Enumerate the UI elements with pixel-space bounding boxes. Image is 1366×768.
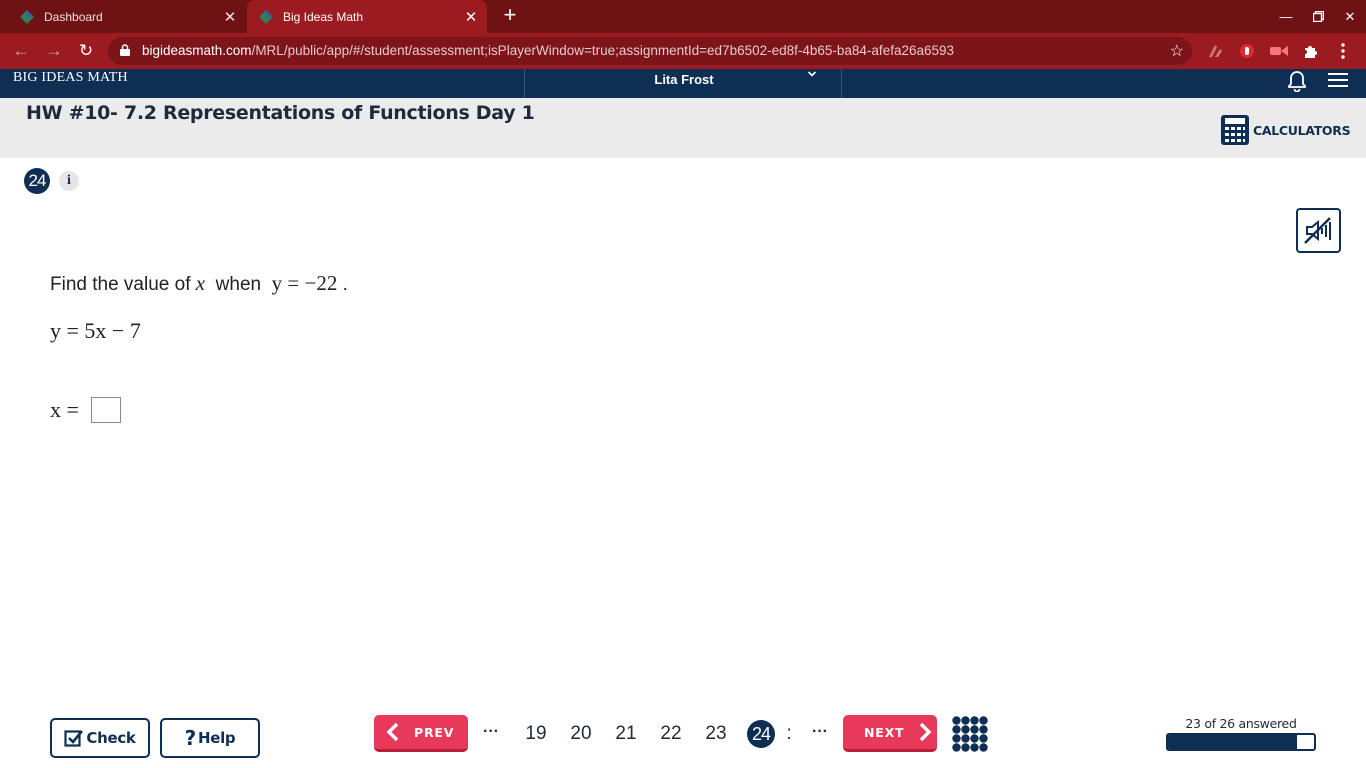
close-tab-icon[interactable]: ✕: [220, 8, 240, 26]
url-path: /MRL/public/app/#/student/assessment;isP…: [251, 43, 955, 58]
progress-bar-fill: [1168, 735, 1298, 749]
big-ideas-favicon-icon: [259, 9, 273, 24]
prompt-condition: y = −22: [271, 271, 338, 295]
next-button[interactable]: NEXT: [843, 715, 937, 752]
assignment-header: HW #10- 7.2 Representations of Functions…: [0, 98, 1366, 158]
reload-icon[interactable]: ↻: [71, 33, 101, 69]
minimize-icon[interactable]: —: [1270, 0, 1302, 33]
next-label: NEXT: [864, 724, 905, 740]
screencast-extension-icon[interactable]: [1264, 33, 1294, 69]
page-25-partial[interactable]: :: [782, 720, 796, 748]
new-tab-icon[interactable]: +: [498, 4, 522, 28]
tab-title: Big Ideas Math: [283, 9, 364, 24]
address-bar: ← → ↻ bigideasmath.com/MRL/public/app/#/…: [0, 33, 1366, 69]
bookmark-star-icon[interactable]: ☆: [1170, 41, 1184, 61]
check-label: Check: [86, 729, 136, 747]
page-24-current[interactable]: 24: [747, 720, 775, 748]
question-equation: y = 5x − 7: [50, 318, 141, 343]
browser-menu-icon[interactable]: [1328, 33, 1358, 69]
extensions-puzzle-icon[interactable]: [1296, 33, 1326, 69]
page-21[interactable]: 21: [611, 720, 641, 748]
back-icon[interactable]: ←: [6, 33, 36, 69]
hand-extension-icon[interactable]: [1232, 33, 1262, 69]
info-icon[interactable]: i: [59, 171, 79, 191]
page-23[interactable]: 23: [701, 720, 731, 748]
close-tab-icon[interactable]: ✕: [461, 8, 481, 26]
speaker-muted-icon: [1304, 217, 1331, 244]
user-name: Lita Frost: [654, 72, 714, 87]
text-to-speech-muted-button[interactable]: [1296, 208, 1341, 253]
omnibox[interactable]: bigideasmath.com/MRL/public/app/#/studen…: [108, 37, 1192, 65]
question-mark-icon: ?: [184, 726, 197, 750]
page-22[interactable]: 22: [656, 720, 686, 748]
prompt-prefix: Find the value of: [50, 274, 191, 295]
progress-bar: [1166, 733, 1316, 751]
help-button[interactable]: ? Help: [160, 718, 260, 758]
prev-button[interactable]: PREV: [374, 715, 468, 752]
pages-ellipsis-left[interactable]: ···: [483, 720, 499, 748]
progress-label: 23 of 26 answered: [1185, 716, 1297, 731]
close-window-icon[interactable]: ✕: [1334, 0, 1366, 33]
calculators-button[interactable]: CALCULATORS: [1221, 115, 1351, 145]
app-header: BIG IDEAS MATH Lita Frost: [0, 69, 1366, 98]
user-menu[interactable]: Lita Frost: [524, 69, 842, 98]
prompt-when: when: [215, 274, 262, 295]
chevron-down-icon: [807, 69, 817, 82]
url-text: bigideasmath.com/MRL/public/app/#/studen…: [142, 37, 954, 65]
question-grid-icon[interactable]: [952, 716, 988, 752]
forward-icon[interactable]: →: [39, 33, 69, 69]
big-ideas-favicon-icon: [20, 9, 34, 24]
calculator-icon: [1221, 115, 1249, 145]
calculators-label: CALCULATORS: [1253, 122, 1351, 138]
answer-label: x =: [50, 397, 79, 422]
brand-logo[interactable]: BIG IDEAS MATH: [13, 69, 128, 89]
prompt-variable: x: [195, 271, 206, 295]
restore-icon[interactable]: [1302, 0, 1334, 33]
url-host: bigideasmath.com: [142, 43, 252, 58]
hamburger-menu-icon[interactable]: [1328, 72, 1348, 88]
chevron-right-icon: [920, 722, 932, 742]
check-button[interactable]: Check: [50, 718, 150, 758]
tab-big-ideas-math[interactable]: Big Ideas Math ✕: [247, 0, 487, 33]
tab-dashboard[interactable]: Dashboard ✕: [8, 0, 246, 33]
pages-ellipsis-right[interactable]: ···: [812, 720, 828, 748]
question-prompt: Find the value of x when y = −22 .: [50, 271, 348, 296]
lock-icon: [120, 44, 130, 56]
help-label: Help: [197, 729, 236, 747]
answer-input[interactable]: [90, 397, 121, 423]
checkbox-check-icon: [64, 730, 84, 747]
answer-row: x =: [50, 397, 121, 423]
browser-tab-bar: Dashboard ✕ Big Ideas Math ✕ + — ✕: [0, 0, 1366, 33]
page-20[interactable]: 20: [566, 720, 596, 748]
tab-title: Dashboard: [44, 9, 103, 24]
chevron-left-icon: [386, 722, 399, 742]
extension-icon[interactable]: [1200, 33, 1230, 69]
prev-label: PREV: [414, 724, 455, 740]
prompt-suffix: .: [342, 274, 348, 295]
assignment-title: HW #10- 7.2 Representations of Functions…: [26, 102, 535, 124]
bell-icon[interactable]: [1286, 70, 1308, 92]
page-19[interactable]: 19: [521, 720, 551, 748]
question-number-badge: 24: [24, 168, 50, 194]
